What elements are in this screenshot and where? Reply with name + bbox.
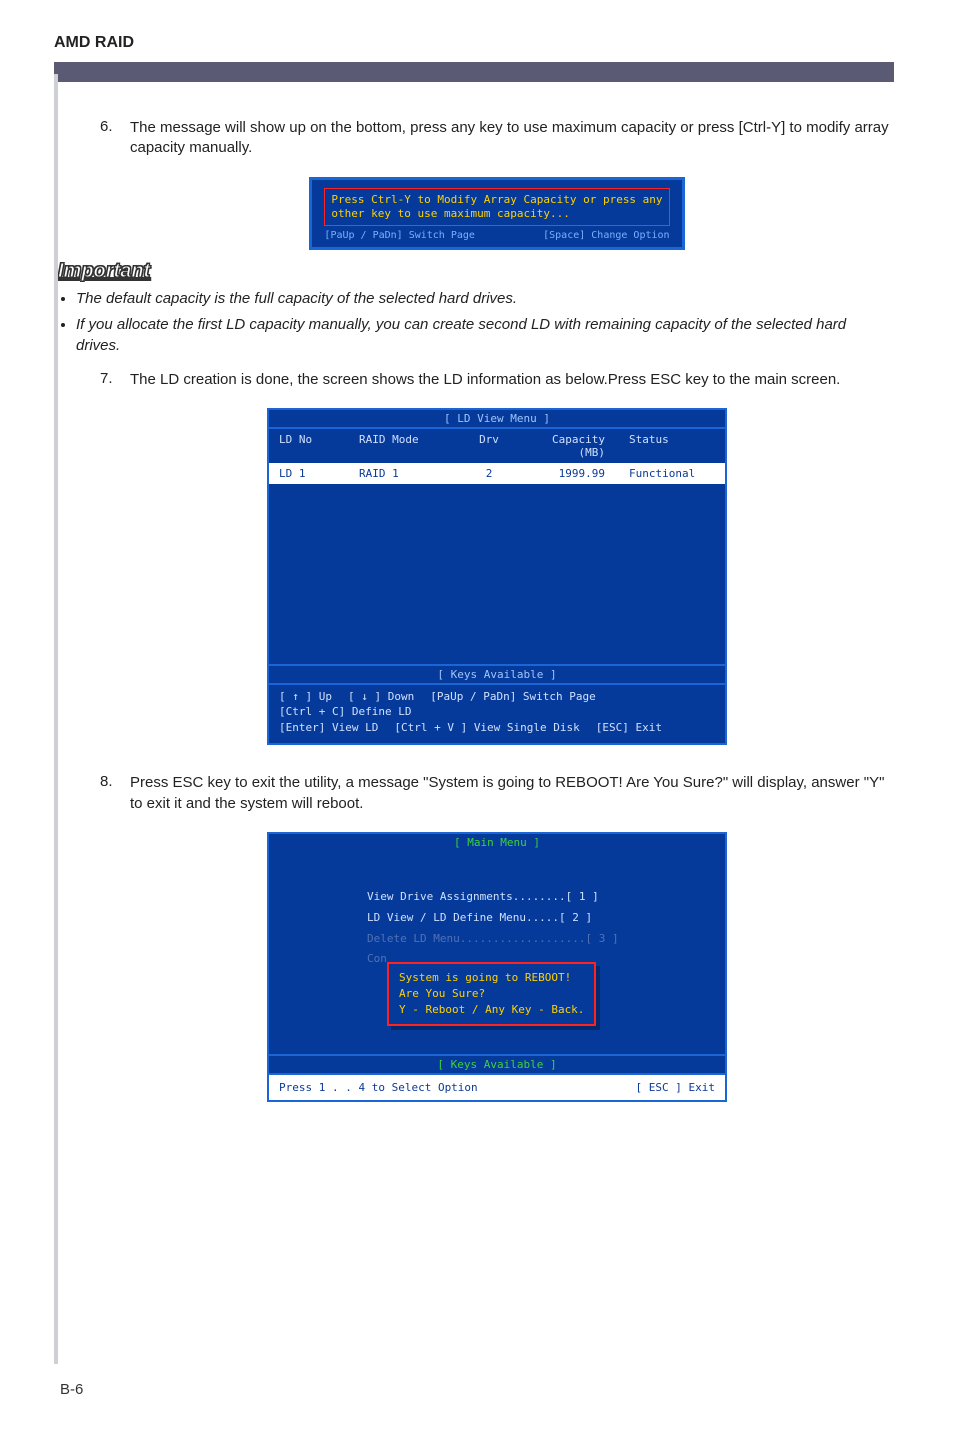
step-7: 7. The LD creation is done, the screen s…: [100, 370, 894, 390]
shot1-footer-right: [Space] Change Option: [543, 230, 669, 241]
step-6-text: The message will show up on the bottom, …: [130, 118, 894, 159]
cell-drv: 2: [459, 467, 519, 480]
key-view-ld: [Enter] View LD: [279, 720, 378, 735]
col-mode: RAID Mode: [359, 433, 459, 459]
shot1-message-box: Press Ctrl-Y to Modify Array Capacity or…: [324, 188, 669, 227]
shot2-keys-title: [ Keys Available ]: [269, 664, 725, 685]
header-rule: [54, 62, 894, 82]
step-8: 8. Press ESC key to exit the utility, a …: [100, 773, 894, 814]
shot3-footer-left: Press 1 . . 4 to Select Option: [279, 1081, 478, 1094]
page-number: B-6: [60, 1381, 83, 1398]
key-switch-page: [PaUp / PaDn] Switch Page: [430, 689, 596, 704]
shot2-data-row: LD 1 RAID 1 2 1999.99 Functional: [269, 463, 725, 484]
shot3-title: [ Main Menu ]: [269, 834, 725, 851]
dialog-line-3: Y - Reboot / Any Key - Back.: [399, 1002, 584, 1018]
shot1-footer-left: [PaUp / PaDn] Switch Page: [324, 230, 475, 241]
key-view-single: [Ctrl + V ] View Single Disk: [394, 720, 579, 735]
menu-item-2: LD View / LD Define Menu.....[ 2 ]: [367, 908, 715, 929]
step-7-text: The LD creation is done, the screen show…: [130, 370, 840, 390]
important-bullet-2: If you allocate the first LD capacity ma…: [76, 315, 894, 356]
shot2-title: [ LD View Menu ]: [269, 410, 725, 429]
key-down: [ ↓ ] Down: [348, 689, 414, 704]
left-rule: [54, 74, 58, 1364]
important-bullets: The default capacity is the full capacit…: [58, 289, 894, 356]
screenshot-ld-view: [ LD View Menu ] LD No RAID Mode Drv Cap…: [267, 408, 727, 745]
col-ldno: LD No: [279, 433, 359, 459]
step-8-number: 8.: [100, 773, 130, 814]
step-6: 6. The message will show up on the botto…: [100, 118, 894, 159]
key-up: [ ↑ ] Up: [279, 689, 332, 704]
shot1-line2: other key to use maximum capacity...: [331, 207, 662, 221]
shot3-footer-right: [ ESC ] Exit: [636, 1081, 715, 1094]
screenshot-modify-capacity: Press Ctrl-Y to Modify Array Capacity or…: [309, 177, 684, 251]
shot3-keys-title: [ Keys Available ]: [269, 1054, 725, 1075]
important-bullet-1: The default capacity is the full capacit…: [76, 289, 894, 309]
dialog-line-2: Are You Sure?: [399, 986, 584, 1002]
cell-cap: 1999.99: [519, 467, 619, 480]
menu-item-3: Delete LD Menu...................[ 3 ]: [367, 929, 715, 950]
key-define-ld: [Ctrl + C] Define LD: [279, 704, 411, 719]
col-stat: Status: [619, 433, 715, 459]
step-8-text: Press ESC key to exit the utility, a mes…: [130, 773, 894, 814]
step-7-number: 7.: [100, 370, 130, 390]
dialog-line-1: System is going to REBOOT!: [399, 970, 584, 986]
menu-item-1: View Drive Assignments........[ 1 ]: [367, 887, 715, 908]
important-heading: Important: [58, 260, 894, 283]
cell-ldno: LD 1: [279, 467, 359, 480]
step-6-number: 6.: [100, 118, 130, 159]
shot2-header-row: LD No RAID Mode Drv Capacity (MB) Status: [269, 429, 725, 463]
screenshot-main-menu: [ Main Menu ] View Drive Assignments....…: [267, 832, 727, 1103]
shot2-empty-area: [269, 484, 725, 664]
shot1-line1: Press Ctrl-Y to Modify Array Capacity or…: [331, 193, 662, 207]
col-cap: Capacity (MB): [519, 433, 619, 459]
col-drv: Drv: [459, 433, 519, 459]
shot3-footer: Press 1 . . 4 to Select Option [ ESC ] E…: [269, 1075, 725, 1100]
cell-mode: RAID 1: [359, 467, 459, 480]
cell-stat: Functional: [619, 467, 715, 480]
shot2-keys: [ ↑ ] Up [ ↓ ] Down [PaUp / PaDn] Switch…: [269, 685, 725, 743]
reboot-dialog: System is going to REBOOT! Are You Sure?…: [387, 962, 596, 1026]
key-esc-exit: [ESC] Exit: [596, 720, 662, 735]
page-title: AMD RAID: [0, 0, 954, 56]
